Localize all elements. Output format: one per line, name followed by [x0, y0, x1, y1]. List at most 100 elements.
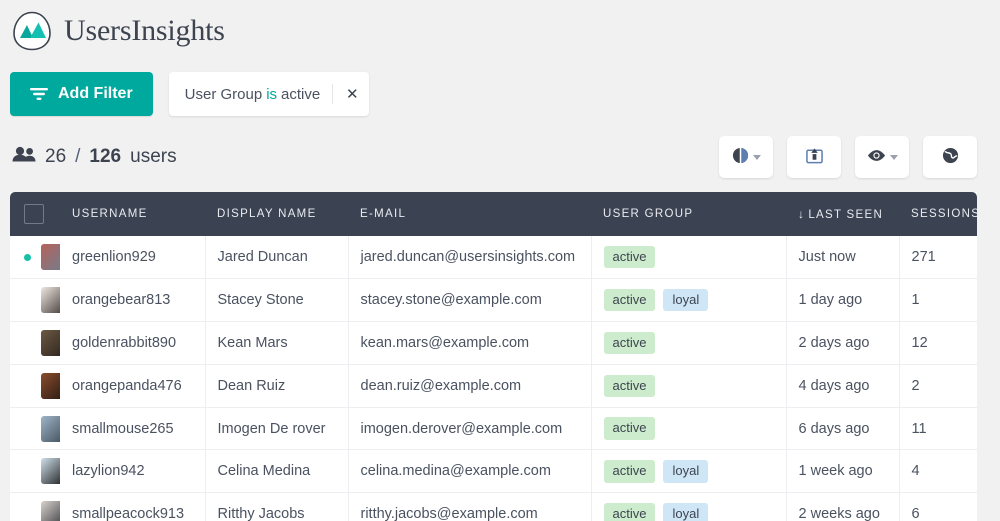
- email-cell[interactable]: celina.medina@example.com: [348, 449, 592, 494]
- column-header-sessions[interactable]: SESSIONS: [899, 192, 979, 236]
- username-cell[interactable]: orangepanda476: [60, 364, 206, 408]
- avatar[interactable]: [41, 372, 60, 399]
- user-group-cell: active: [591, 236, 787, 280]
- status-badge[interactable]: active: [603, 503, 656, 521]
- summary-bar: 26 / 126 users: [0, 116, 1000, 178]
- table-row[interactable]: smallpeacock913 Ritthy Jacobs ritthy.jacob…: [10, 492, 977, 521]
- avatar-cell: [10, 278, 60, 323]
- email-cell[interactable]: jared.duncan@usersinsights.com: [348, 236, 592, 280]
- username-link[interactable]: lazylion942: [72, 463, 145, 479]
- username-link[interactable]: smallpeacock913: [72, 506, 184, 521]
- email-cell[interactable]: stacey.stone@example.com: [348, 278, 592, 323]
- select-all-checkbox[interactable]: [24, 204, 44, 224]
- username-link[interactable]: greenlion929: [72, 249, 156, 265]
- user-count: 26 / 126 users: [12, 146, 177, 168]
- online-status-dot: [24, 511, 31, 518]
- username-cell[interactable]: smallpeacock913: [60, 492, 206, 521]
- table-row[interactable]: smallmouse265 Imogen De rover imogen.derov…: [10, 407, 977, 451]
- username-link[interactable]: goldenrabbit890: [72, 335, 176, 351]
- username-link[interactable]: smallmouse265: [72, 421, 174, 437]
- avatar-cell: [10, 236, 60, 280]
- avatar[interactable]: [41, 458, 60, 485]
- map-button[interactable]: [923, 136, 977, 178]
- status-badge[interactable]: active: [603, 374, 656, 397]
- sessions-cell: 271: [899, 236, 977, 280]
- sessions-cell: 4: [899, 449, 977, 494]
- chart-button[interactable]: [719, 136, 773, 178]
- table-row[interactable]: lazylion942 Celina Medina celina.medina@ex…: [10, 449, 977, 494]
- add-filter-button[interactable]: Add Filter: [10, 72, 153, 116]
- username-cell[interactable]: goldenrabbit890: [60, 321, 206, 365]
- display-name-cell: Jared Duncan: [205, 236, 349, 280]
- status-badge[interactable]: active: [603, 289, 656, 312]
- table-row[interactable]: orangebear813 Stacey Stone stacey.stone@ex…: [10, 278, 977, 323]
- count-separator: /: [75, 146, 81, 167]
- email-cell[interactable]: kean.mars@example.com: [348, 321, 592, 365]
- avatar-cell: [10, 407, 60, 451]
- column-header-user-group[interactable]: USER GROUP: [591, 192, 786, 236]
- last-seen-cell: 1 week ago: [786, 449, 900, 494]
- sessions-cell: 1: [899, 278, 977, 323]
- status-badge[interactable]: active: [603, 460, 656, 483]
- avatar[interactable]: [41, 415, 60, 442]
- column-header-last-seen[interactable]: ↓ LAST SEEN: [786, 192, 899, 236]
- email-cell[interactable]: dean.ruiz@example.com: [348, 364, 592, 408]
- table-head: USERNAME DISPLAY NAME E-MAIL USER GROUP …: [10, 192, 979, 236]
- status-badge[interactable]: active: [603, 246, 656, 269]
- user-group-cell: active: [591, 364, 787, 408]
- avatar-cell: [10, 364, 60, 408]
- column-header-display-name[interactable]: DISPLAY NAME: [205, 192, 348, 236]
- email-cell[interactable]: ritthy.jacobs@example.com: [348, 492, 592, 521]
- filter-chip-value: active: [281, 85, 321, 103]
- brand-name: UsersInsights: [64, 14, 225, 47]
- user-group-cell: active loyal: [591, 449, 787, 494]
- pie-chart-icon: [732, 147, 749, 167]
- avatar[interactable]: [41, 244, 60, 271]
- status-badge[interactable]: loyal: [663, 503, 709, 521]
- visibility-button[interactable]: [855, 136, 909, 178]
- avatar[interactable]: [41, 501, 60, 521]
- username-link[interactable]: orangebear813: [72, 292, 170, 308]
- avatar[interactable]: [41, 287, 60, 314]
- username-cell[interactable]: orangebear813: [60, 278, 206, 323]
- select-all-cell: [10, 192, 60, 236]
- sessions-cell: 2: [899, 364, 977, 408]
- username-cell[interactable]: lazylion942: [60, 449, 206, 494]
- column-header-username[interactable]: USERNAME: [60, 192, 205, 236]
- globe-icon: [942, 147, 959, 167]
- online-status-dot: [24, 339, 31, 346]
- table-row[interactable]: orangepanda476 Dean Ruiz dean.ruiz@example…: [10, 364, 977, 408]
- close-icon[interactable]: ✕: [339, 81, 365, 107]
- filter-bar: Add Filter User Group is active ✕: [0, 54, 1000, 116]
- brand-header: UsersInsights: [0, 0, 1000, 54]
- avatar-cell: [10, 492, 60, 521]
- display-name-cell: Kean Mars: [205, 321, 349, 365]
- column-header-email[interactable]: E-MAIL: [348, 192, 591, 236]
- table-row[interactable]: greenlion929 Jared Duncan jared.duncan@use…: [10, 236, 977, 280]
- users-icon: [12, 146, 36, 168]
- status-badge[interactable]: loyal: [663, 289, 709, 312]
- email-cell[interactable]: imogen.derover@example.com: [348, 407, 592, 451]
- table-row[interactable]: goldenrabbit890 Kean Mars kean.mars@exampl…: [10, 321, 977, 365]
- status-badge[interactable]: loyal: [663, 460, 709, 483]
- eye-icon: [867, 149, 886, 165]
- online-status-dot: [24, 297, 31, 304]
- users-table-wrapper: USERNAME DISPLAY NAME E-MAIL USER GROUP …: [10, 192, 979, 521]
- active-filter-chip[interactable]: User Group is active ✕: [168, 72, 370, 116]
- filter-chip-field: User Group: [184, 85, 263, 103]
- avatar[interactable]: [41, 329, 60, 356]
- app-root: UsersInsights Add Filter User Group is a…: [0, 0, 1000, 521]
- username-cell[interactable]: smallmouse265: [60, 407, 206, 451]
- chevron-down-icon: [889, 154, 898, 160]
- username-cell[interactable]: greenlion929: [60, 236, 206, 280]
- avatar-cell: [10, 449, 60, 494]
- funnel-icon: [30, 87, 48, 101]
- toolbar: [719, 136, 977, 178]
- status-badge[interactable]: active: [603, 331, 656, 355]
- status-badge[interactable]: active: [603, 417, 656, 440]
- export-button[interactable]: [787, 136, 841, 178]
- online-status-dot: [24, 253, 31, 261]
- username-link[interactable]: orangepanda476: [72, 378, 182, 394]
- add-filter-label: Add Filter: [58, 85, 133, 102]
- mountain-logo-icon: [10, 9, 54, 53]
